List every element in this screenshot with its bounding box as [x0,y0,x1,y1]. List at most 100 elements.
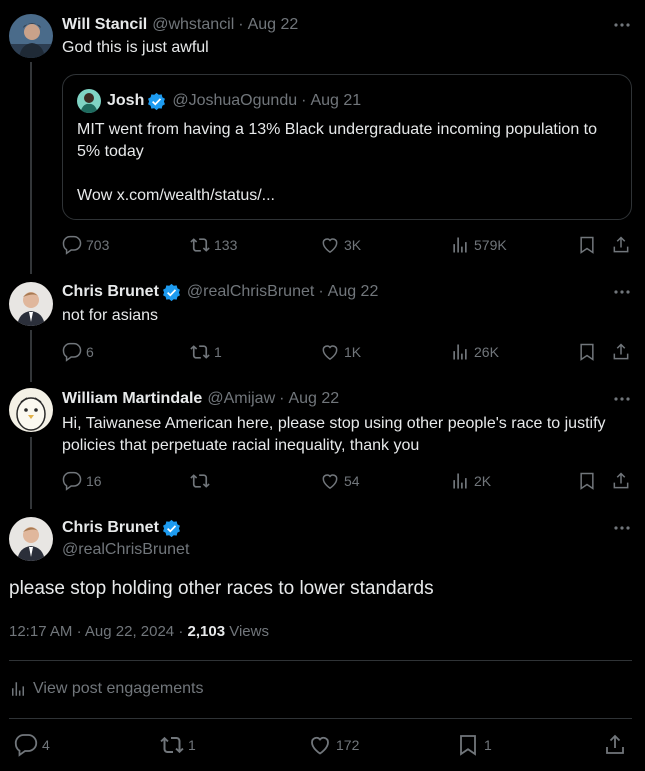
bookmark-icon [460,735,476,756]
quote-text: MIT went from having a 13% Black undergr… [77,121,598,160]
reply-button[interactable]: 6 [62,342,94,362]
post-date[interactable]: Aug 22 [248,15,299,35]
post[interactable]: William Martindale @Amijaw · Aug 22 Hi, … [62,389,632,457]
post-date[interactable]: Aug 22 [288,389,339,409]
repost-button[interactable]: 133 [190,235,237,255]
views-count: 26K [474,344,499,360]
avatar[interactable] [9,282,53,326]
bookmark-button[interactable] [577,471,597,491]
view-engagements-label: View post engagements [33,680,204,697]
repost-icon [190,238,210,252]
post-text: God this is just awful [62,39,209,56]
reply-button[interactable]: 703 [62,235,109,255]
views-button[interactable]: 26K [450,342,499,362]
post-text: Hi, Taiwanese American here, please stop… [62,415,606,454]
avatar[interactable] [9,14,53,58]
bookmark-count: 1 [484,737,492,753]
views-total: 2,103 [187,623,226,640]
author-handle[interactable]: @realChrisBrunet [187,282,314,302]
views-count: 2K [474,473,492,489]
share-button[interactable] [611,235,631,255]
share-icon [613,343,629,360]
share-button[interactable] [611,471,631,491]
like-count: 1K [344,344,362,360]
analytics-icon [12,682,24,696]
share-button[interactable] [603,733,627,757]
repost-button[interactable] [190,471,214,491]
views-count: 579K [474,237,507,253]
bookmark-button[interactable] [577,342,597,362]
repost-icon [190,345,210,359]
author-name[interactable]: Will Stancil [62,15,147,35]
reply-count: 6 [86,344,94,360]
repost-button[interactable]: 1 [160,733,196,757]
view-engagements-link[interactable]: View post engagements [9,680,203,698]
quote-avatar [77,89,101,113]
bookmark-button[interactable]: 1 [456,733,492,757]
reply-button[interactable]: 16 [62,471,102,491]
like-button[interactable]: 3K [320,235,361,255]
separator: · [279,390,285,407]
author-name[interactable]: Chris Brunet [62,282,159,302]
like-button[interactable]: 54 [320,471,360,491]
reply-icon [62,235,82,255]
main-post-header: Chris Brunet @realChrisBrunet [62,518,632,560]
post-header: Will Stancil @whstancil · Aug 22 [62,15,632,35]
reply-button[interactable]: 4 [14,733,50,757]
reply-icon [14,734,38,757]
quote-author-handle: @JoshuaOgundu [172,92,298,109]
like-count: 172 [336,737,360,753]
separator: · [318,283,324,300]
separator: · [238,16,244,33]
quote-date: Aug 21 [310,92,362,109]
post-header: William Martindale @Amijaw · Aug 22 [62,389,632,409]
views-icon [453,344,467,360]
quote-header: Josh @JoshuaOgundu · Aug 21 [107,91,361,111]
like-count: 3K [344,237,362,253]
post-date[interactable]: Aug 22 [328,282,379,302]
thread-line [30,330,32,382]
repost-count: 1 [214,344,222,360]
repost-count: 1 [188,737,196,753]
bookmark-button[interactable] [577,235,597,255]
post[interactable]: Chris Brunet @realChrisBrunet · Aug 22 n… [62,282,632,327]
more-icon[interactable] [612,518,632,538]
more-icon[interactable] [612,15,632,35]
author-handle[interactable]: @Amijaw [207,389,275,409]
author-name[interactable]: Chris Brunet [62,518,159,538]
more-icon[interactable] [612,282,632,302]
quote-author-name: Josh [107,92,145,109]
like-count: 54 [344,473,360,489]
thread-line [30,62,32,274]
separator: · [178,623,184,640]
like-button[interactable]: 172 [308,733,359,757]
share-button[interactable] [611,342,631,362]
post[interactable]: Will Stancil @whstancil · Aug 22 God thi… [62,15,632,59]
views-button[interactable]: 2K [450,471,491,491]
repost-icon [190,474,210,488]
like-button[interactable]: 1K [320,342,361,362]
repost-button[interactable]: 1 [190,342,222,362]
like-icon [311,736,329,755]
post-time[interactable]: 12:17 AM [9,623,72,640]
avatar[interactable] [9,517,53,561]
reply-icon [62,342,82,362]
views-button[interactable]: 579K [450,235,507,255]
author-handle[interactable]: @whstancil [152,15,234,35]
post-full-date[interactable]: Aug 22, 2024 [85,623,174,640]
share-icon [613,472,629,489]
verified-badge-icon [162,519,180,537]
more-icon[interactable] [612,389,632,409]
post-header: Chris Brunet @realChrisBrunet · Aug 22 [62,282,632,302]
views-icon [453,237,467,253]
main-post-actions: 4 1 172 1 [14,733,634,757]
views-label: Views [229,623,269,640]
author-name[interactable]: William Martindale [62,389,202,409]
main-post-text: please stop holding other races to lower… [9,578,434,599]
views-icon [453,473,467,489]
divider [9,718,632,719]
quoted-post[interactable]: Josh @JoshuaOgundu · Aug 21 MIT went fro… [62,74,632,220]
avatar[interactable] [9,388,53,432]
bookmark-icon [580,343,594,361]
author-handle[interactable]: @realChrisBrunet [62,540,632,560]
